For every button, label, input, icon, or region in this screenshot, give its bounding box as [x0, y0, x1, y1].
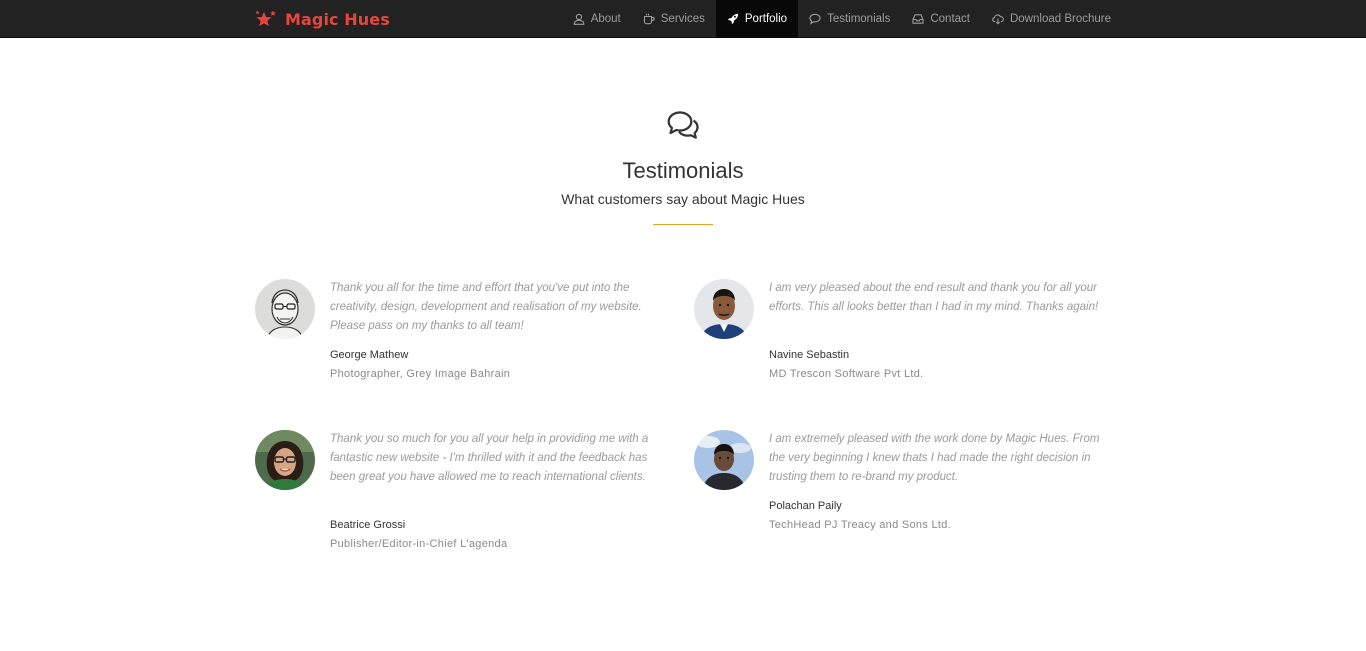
testimonial-role: MD Trescon Software Pvt Ltd. [769, 368, 924, 380]
testimonial-card: Thank you all for the time and effort th… [255, 279, 665, 389]
nav-item-label: Testimonials [827, 13, 891, 25]
brand-logo-link[interactable]: Magic Hues [255, 0, 390, 38]
inbox-icon [912, 13, 924, 25]
testimonial-role: Photographer, Grey Image Bahrain [330, 368, 511, 380]
section-subtitle: What customers say about Magic Hues [561, 191, 805, 207]
testimonial-author: George Mathew [330, 349, 409, 361]
coffee-cup-icon [643, 13, 655, 25]
nav-item-portfolio[interactable]: Portfolio [715, 0, 799, 38]
testimonial-author: Beatrice Grossi [330, 519, 406, 531]
nav-item-label: Services [660, 13, 705, 25]
nav-item-about[interactable]: About [562, 0, 632, 38]
nav-item-label: Download Brochure [1009, 13, 1111, 25]
testimonial-role: TechHead PJ Treacy and Sons Ltd. [769, 519, 952, 531]
testimonial-card: Thank you so much for you all your help … [255, 430, 665, 560]
woman-glasses-avatar [255, 430, 315, 490]
testimonial-quote: Thank you so much for you all your help … [330, 433, 649, 483]
user-icon [573, 13, 585, 25]
cloud-download-icon [992, 13, 1004, 25]
section-title: Testimonials [622, 158, 744, 183]
speech-bubble-icon [809, 13, 821, 25]
nav-item-label: Contact [930, 13, 970, 25]
nav-item-download-brochure[interactable]: Download Brochure [981, 0, 1122, 38]
nav-item-label: Portfolio [744, 13, 788, 25]
testimonial-card: I am very pleased about the end result a… [694, 279, 1104, 389]
testimonial-card: I am extremely pleased with the work don… [694, 430, 1104, 540]
nav-item-label: About [590, 13, 621, 25]
stars-logo-icon [255, 10, 277, 28]
chat-bubbles-icon [666, 110, 700, 142]
nav-item-contact[interactable]: Contact [901, 0, 981, 38]
testimonial-author: Polachan Paily [769, 500, 842, 512]
title-divider [653, 224, 713, 225]
nav-item-testimonials[interactable]: Testimonials [798, 0, 901, 38]
testimonial-author: Navine Sebastin [769, 349, 850, 361]
main-nav: About Services Portfolio Testimonials Co… [562, 0, 1122, 38]
nav-item-services[interactable]: Services [632, 0, 716, 38]
testimonial-quote: I am extremely pleased with the work don… [769, 433, 1100, 483]
top-navbar: Magic Hues About Services Portfolio Test… [0, 0, 1366, 38]
avatar [255, 430, 315, 490]
testimonial-quote: I am very pleased about the end result a… [769, 282, 1099, 313]
man-portrait-avatar [694, 279, 754, 339]
rocket-icon [727, 13, 739, 25]
avatar [255, 279, 315, 339]
avatar [694, 430, 754, 490]
sketch-portrait-avatar [255, 279, 315, 339]
avatar [694, 279, 754, 339]
man-outdoor-avatar [694, 430, 754, 490]
testimonial-role: Publisher/Editor-in-Chief L'agenda [330, 538, 508, 550]
brand-name: Magic Hues [285, 9, 390, 29]
testimonial-quote: Thank you all for the time and effort th… [330, 282, 642, 332]
